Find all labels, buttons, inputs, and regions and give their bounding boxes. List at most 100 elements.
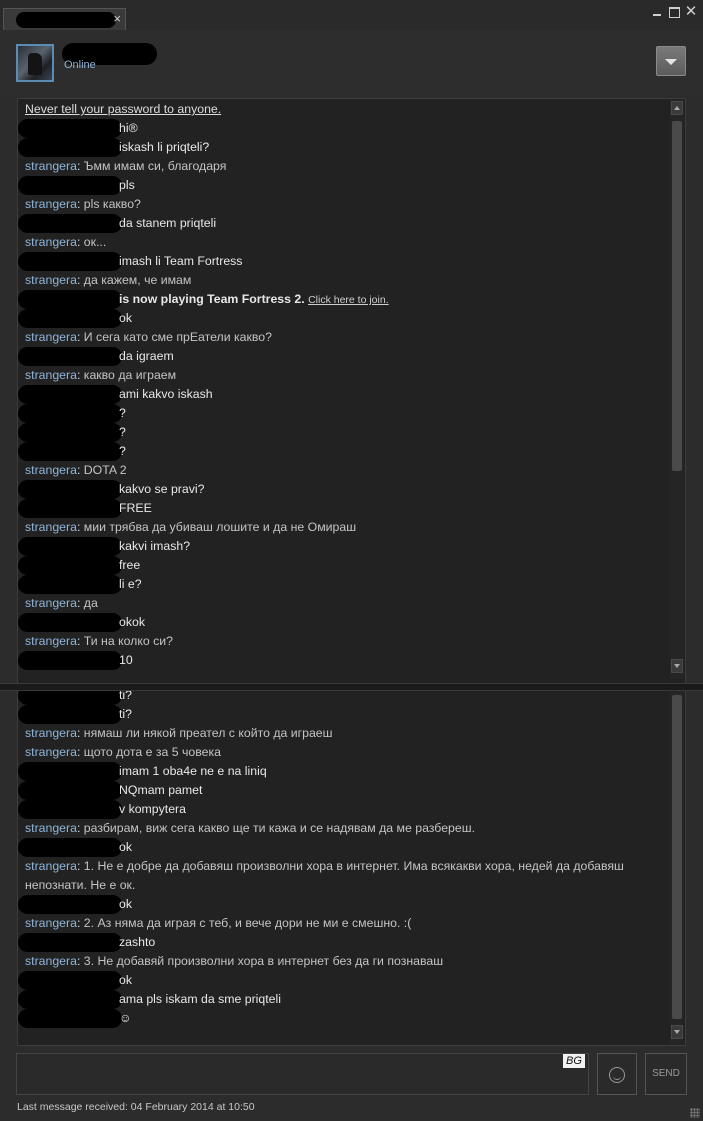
message-line-me: v kompytera xyxy=(18,800,665,819)
message-line-me: okok xyxy=(18,613,665,632)
chat-log: Never tell your password to anyone. hi® i… xyxy=(0,98,703,1046)
message-text: мии трябва да убиваш лошите и да не Омир… xyxy=(83,520,357,534)
close-window-button[interactable]: ✕ xyxy=(684,4,698,19)
sender-name: strangera xyxy=(25,634,77,648)
scroll-thumb[interactable] xyxy=(672,695,682,1019)
message-line-me: ama pls iskam da sme priqteli xyxy=(18,990,665,1009)
message-text: разбирам, виж сега какво ще ти кажа и се… xyxy=(83,821,475,835)
options-dropdown-button[interactable] xyxy=(656,46,686,76)
message-text: 1. Не е добре да добавяш произволни хора… xyxy=(25,859,624,892)
message-line-strangera: strangera: Ъмм имам си, благодаря xyxy=(25,159,227,173)
message-body: li e? xyxy=(119,577,142,591)
message-line-strangera: strangera: щото дота е за 5 човека xyxy=(25,745,221,759)
message-line-me: imash li Team Fortress xyxy=(18,252,665,271)
message-body: FREE xyxy=(119,501,152,515)
redacted-username xyxy=(18,800,122,819)
message-text: ami kakvo iskash xyxy=(119,385,213,404)
avatar-figure-icon xyxy=(28,53,42,75)
message-line-me: ok xyxy=(18,309,665,328)
redacted-username xyxy=(18,971,122,990)
upper-scrollbar[interactable] xyxy=(670,99,684,679)
message-body: pls xyxy=(119,178,135,192)
lower-scrollbar[interactable] xyxy=(670,691,684,1045)
sender-name: strangera xyxy=(25,273,77,287)
arrow-down-icon xyxy=(674,1030,680,1034)
redacted-username xyxy=(18,442,122,461)
redacted-username xyxy=(18,537,122,556)
message-line-me: ? xyxy=(18,423,665,442)
send-button[interactable]: SEND xyxy=(645,1053,687,1095)
scroll-down-button[interactable] xyxy=(671,1025,683,1039)
message-line-me: 10 xyxy=(18,651,665,670)
message-line-me: ok xyxy=(18,895,665,914)
last-message-received: Last message received: 04 February 2014 … xyxy=(17,1101,255,1113)
message-line-me: NQmam pamet xyxy=(18,781,665,800)
emoticon-button[interactable] xyxy=(597,1053,637,1095)
message-line-strangera: strangera: мии трябва да убиваш лошите и… xyxy=(25,520,357,534)
message-text: ok xyxy=(119,971,132,990)
scroll-up-button[interactable] xyxy=(671,101,683,115)
message-text: ? xyxy=(119,442,126,461)
minimize-icon xyxy=(653,14,661,16)
message-body: kakvi imash? xyxy=(119,539,191,553)
resize-grip-icon[interactable] xyxy=(690,1108,700,1118)
message-text: да кажем, че имам xyxy=(83,273,192,287)
pane-divider[interactable] xyxy=(0,683,703,691)
redacted-username xyxy=(18,1009,122,1028)
message-line-strangera: strangera: какво да играем xyxy=(25,368,177,382)
message-text: da igraem xyxy=(119,347,174,366)
redacted-username xyxy=(18,347,122,366)
message-line-me: ? xyxy=(18,442,665,461)
sender-name: strangera xyxy=(25,859,77,873)
status-line: is now playing Team Fortress 2. Click he… xyxy=(18,290,665,309)
message-body: da stanem priqteli xyxy=(119,216,217,230)
redacted-username xyxy=(18,214,122,233)
message-body: kakvo se pravi? xyxy=(119,482,205,496)
message-text: какво да играем xyxy=(83,368,177,382)
sender-name: strangera xyxy=(25,159,77,173)
redacted-username xyxy=(18,990,122,1009)
message-text: ? xyxy=(119,423,126,442)
message-line-me: iskash li priqteli? xyxy=(18,138,665,157)
redacted-username xyxy=(18,613,122,632)
message-line-strangera: strangera: разбирам, виж сега какво ще т… xyxy=(25,821,475,835)
join-game-link[interactable]: Click here to join. xyxy=(308,294,389,306)
message-text: v kompytera xyxy=(119,800,186,819)
smiley-face-icon xyxy=(609,1067,625,1083)
avatar[interactable] xyxy=(16,44,54,82)
message-text: Ти на колко си? xyxy=(83,634,173,648)
message-input[interactable] xyxy=(16,1053,589,1095)
redacted-username xyxy=(18,119,122,138)
language-indicator: BG xyxy=(563,1054,585,1068)
message-body: ok xyxy=(119,897,132,911)
redacted-username xyxy=(18,651,122,670)
message-line-strangera: strangera: И сега като сме прЕатели какв… xyxy=(25,330,272,344)
message-body: ok xyxy=(119,840,132,854)
minimize-button[interactable] xyxy=(650,5,664,19)
message-text: kakvo se pravi? xyxy=(119,480,204,499)
friend-header xyxy=(0,30,703,96)
message-body: ? xyxy=(119,425,126,439)
message-text: ? xyxy=(119,404,126,423)
message-body: v kompytera xyxy=(119,802,186,816)
scroll-down-button[interactable] xyxy=(671,659,683,673)
message-text: iskash li priqteli? xyxy=(119,138,209,157)
message-body: iskash li priqteli? xyxy=(119,140,210,154)
message-body: free xyxy=(119,558,141,572)
message-text: щото дота е за 5 човека xyxy=(83,745,221,759)
sender-name: strangera xyxy=(25,330,77,344)
message-text: DOTA 2 xyxy=(83,463,127,477)
redacted-username xyxy=(18,895,122,914)
message-text: 2. Аз няма да играя с теб, и вече дори н… xyxy=(83,916,412,930)
maximize-button[interactable] xyxy=(667,5,681,19)
scroll-thumb[interactable] xyxy=(672,121,682,471)
redacted-username xyxy=(18,933,122,952)
tab-close-icon[interactable]: × xyxy=(113,11,121,27)
chat-tab[interactable]: × xyxy=(3,8,126,30)
sender-name: strangera xyxy=(25,368,77,382)
redacted-username xyxy=(18,575,122,594)
sender-name: strangera xyxy=(25,726,77,740)
message-body: ? xyxy=(119,406,126,420)
redacted-username xyxy=(18,705,122,724)
message-line-me: ti? xyxy=(18,705,665,724)
